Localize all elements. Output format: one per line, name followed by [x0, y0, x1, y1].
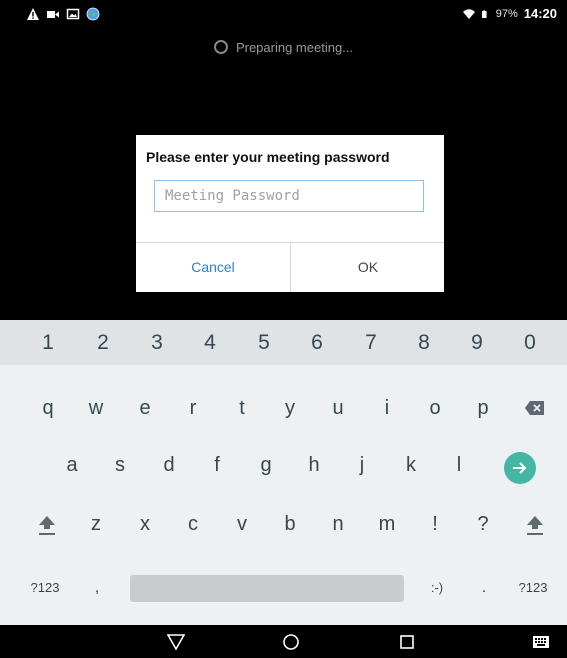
key-6[interactable]: 6 — [297, 328, 337, 358]
password-dialog: Please enter your meeting password Cance… — [136, 135, 444, 292]
keyboard-icon[interactable] — [529, 631, 553, 653]
key-u[interactable]: u — [318, 393, 358, 423]
status-icons-left — [26, 7, 100, 21]
key-0[interactable]: 0 — [510, 328, 550, 358]
space-bar[interactable] — [130, 575, 404, 602]
key-p[interactable]: p — [463, 393, 503, 423]
image-icon — [66, 8, 80, 20]
symbols-key-right[interactable]: ?123 — [513, 573, 553, 603]
shift-icon — [39, 516, 55, 535]
key-period[interactable]: . — [464, 573, 504, 603]
key-l[interactable]: l — [439, 450, 479, 480]
key-r[interactable]: r — [173, 393, 213, 423]
shift-right-key[interactable] — [520, 510, 550, 540]
ok-button[interactable]: OK — [291, 242, 445, 292]
key-1[interactable]: 1 — [28, 328, 68, 358]
key-v[interactable]: v — [222, 509, 262, 539]
home-icon[interactable] — [279, 631, 303, 653]
preparing-text: Preparing meeting... — [235, 40, 354, 55]
warning-icon — [27, 8, 39, 20]
key-m[interactable]: m — [367, 509, 407, 539]
key-f[interactable]: f — [197, 450, 237, 480]
cancel-button[interactable]: Cancel — [136, 242, 290, 292]
back-icon[interactable] — [164, 631, 188, 653]
backspace-icon[interactable] — [520, 396, 550, 420]
key-k[interactable]: k — [391, 450, 431, 480]
key-h[interactable]: h — [294, 450, 334, 480]
soft-keyboard: 1 2 3 4 5 6 7 8 9 0 q w e r t y u i o p … — [0, 320, 567, 625]
key-d[interactable]: d — [149, 450, 189, 480]
key-t[interactable]: t — [222, 393, 262, 423]
key-9[interactable]: 9 — [457, 328, 497, 358]
key-8[interactable]: 8 — [404, 328, 444, 358]
shift-left-key[interactable] — [32, 510, 62, 540]
key-o[interactable]: o — [415, 393, 455, 423]
number-row: 1 2 3 4 5 6 7 8 9 0 — [0, 320, 567, 365]
key-b[interactable]: b — [270, 509, 310, 539]
key-y[interactable]: y — [270, 393, 310, 423]
globe-icon — [86, 7, 100, 21]
key-3[interactable]: 3 — [137, 328, 177, 358]
shift-icon — [527, 516, 543, 535]
emoticon-key[interactable]: :-) — [417, 573, 457, 603]
enter-icon — [513, 462, 527, 474]
key-comma[interactable]: , — [77, 573, 117, 603]
loading-spinner-icon — [213, 40, 228, 54]
key-exclamation[interactable]: ! — [415, 509, 455, 539]
key-g[interactable]: g — [246, 450, 286, 480]
key-x[interactable]: x — [125, 509, 165, 539]
key-4[interactable]: 4 — [190, 328, 230, 358]
navigation-bar — [0, 625, 567, 658]
preparing-status: Preparing meeting... — [0, 40, 567, 55]
symbols-key-left[interactable]: ?123 — [25, 573, 65, 603]
meeting-password-input[interactable] — [154, 180, 424, 212]
key-i[interactable]: i — [367, 393, 407, 423]
status-icons-right: 97% 14:20 — [462, 6, 557, 21]
battery-percentage: 97% — [495, 7, 518, 20]
video-camera-icon — [47, 11, 59, 18]
wifi-icon — [462, 8, 475, 19]
dialog-title: Please enter your meeting password — [146, 149, 390, 165]
clock: 14:20 — [523, 6, 557, 21]
battery-icon — [481, 9, 487, 18]
key-7[interactable]: 7 — [351, 328, 391, 358]
status-bar: 97% 14:20 — [0, 0, 567, 30]
key-q[interactable]: q — [28, 393, 68, 423]
key-z[interactable]: z — [76, 509, 116, 539]
key-question[interactable]: ? — [463, 509, 503, 539]
key-j[interactable]: j — [342, 450, 382, 480]
key-s[interactable]: s — [100, 450, 140, 480]
key-a[interactable]: a — [52, 450, 92, 480]
key-5[interactable]: 5 — [244, 328, 284, 358]
recents-icon[interactable] — [395, 631, 419, 653]
enter-button[interactable] — [504, 452, 536, 484]
key-n[interactable]: n — [318, 509, 358, 539]
key-c[interactable]: c — [173, 509, 213, 539]
key-w[interactable]: w — [76, 393, 116, 423]
key-e[interactable]: e — [125, 393, 165, 423]
key-2[interactable]: 2 — [83, 328, 123, 358]
